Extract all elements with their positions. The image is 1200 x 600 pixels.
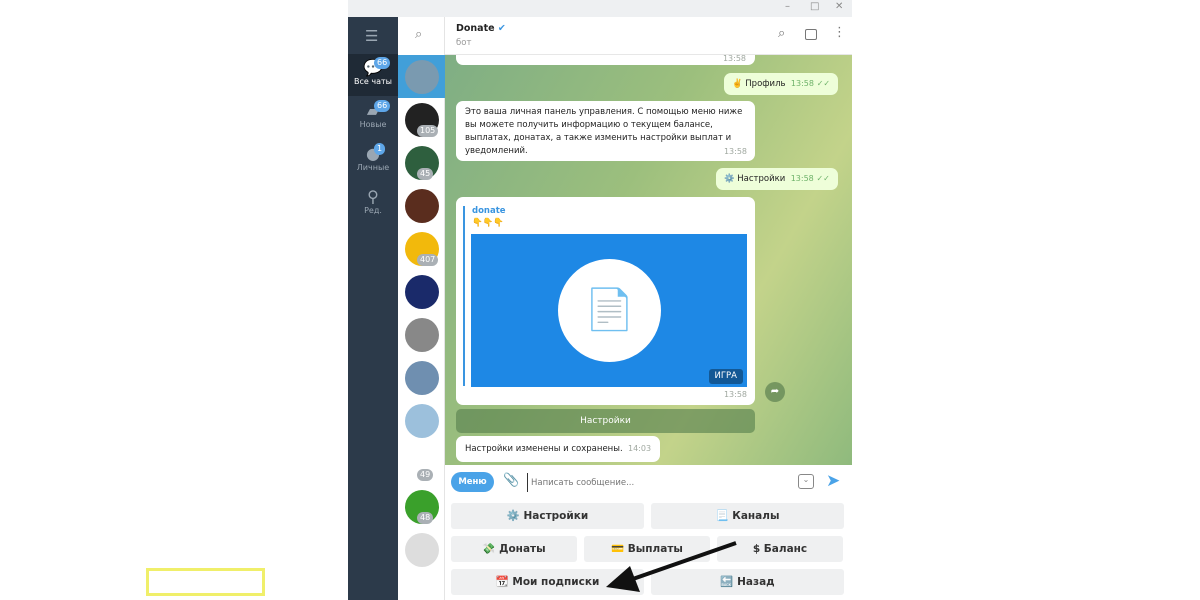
annotation-arrow [606,541,737,592]
